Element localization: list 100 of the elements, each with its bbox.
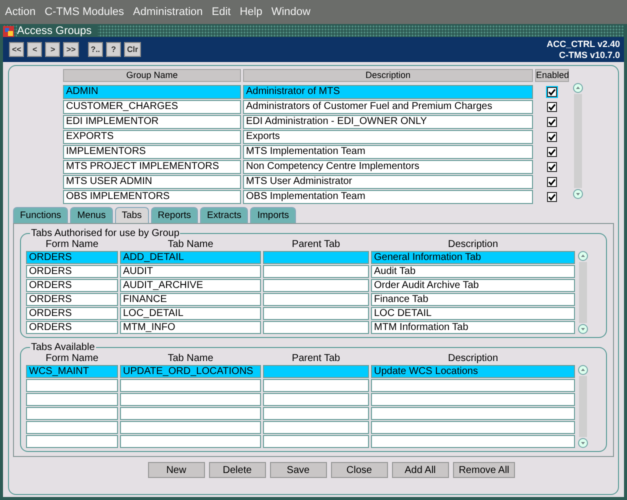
description-cell[interactable]: MTS User Administrator	[243, 175, 533, 189]
parent-tab-cell[interactable]	[263, 265, 369, 278]
description-cell[interactable]: Administrator of MTS	[243, 85, 533, 99]
group-name-cell[interactable]: EXPORTS	[63, 130, 241, 144]
description-cell[interactable]: Exports	[243, 130, 533, 144]
description-cell[interactable]: MTS Implementation Team	[243, 145, 533, 159]
action-button[interactable]: Save	[270, 462, 327, 478]
enabled-checkbox[interactable]	[546, 191, 558, 203]
scroll-down-icon[interactable]	[578, 438, 588, 448]
form-name-cell[interactable]: WCS_MAINT	[26, 365, 118, 378]
parent-tab-cell[interactable]	[263, 279, 369, 292]
tab-name-cell[interactable]	[120, 407, 261, 420]
enabled-checkbox[interactable]	[546, 86, 558, 98]
scroll-down-icon[interactable]	[573, 189, 583, 199]
tab[interactable]: Menus	[70, 207, 113, 223]
enabled-checkbox[interactable]	[546, 161, 558, 173]
description-cell[interactable]: Update WCS Locations	[371, 365, 575, 378]
parent-tab-cell[interactable]	[263, 365, 369, 378]
form-name-cell[interactable]	[26, 407, 118, 420]
enabled-checkbox[interactable]	[546, 116, 558, 128]
tab[interactable]: Tabs	[114, 207, 149, 223]
description-cell[interactable]: Order Audit Archive Tab	[371, 279, 575, 292]
tab-name-cell[interactable]	[120, 379, 261, 392]
tab-name-cell[interactable]: MTM_INFO	[120, 321, 261, 334]
group-name-cell[interactable]: MTS PROJECT IMPLEMENTORS	[63, 160, 241, 174]
form-name-cell[interactable]: ORDERS	[26, 293, 118, 306]
tab-name-cell[interactable]	[120, 421, 261, 434]
description-cell[interactable]	[371, 435, 575, 448]
description-cell[interactable]	[371, 393, 575, 406]
menu-item[interactable]: Help	[240, 6, 262, 18]
tab-name-cell[interactable]	[120, 435, 261, 448]
menu-item[interactable]: Window	[271, 6, 310, 18]
tab[interactable]: Extracts	[200, 207, 248, 223]
form-name-cell[interactable]: ORDERS	[26, 265, 118, 278]
form-name-cell[interactable]	[26, 421, 118, 434]
tab-name-cell[interactable]: ADD_DETAIL	[120, 251, 261, 264]
description-cell[interactable]: LOC DETAIL	[371, 307, 575, 320]
menu-item[interactable]: Action	[5, 6, 36, 18]
parent-tab-cell[interactable]	[263, 421, 369, 434]
toolbar-button[interactable]: ?	[106, 42, 122, 57]
description-cell[interactable]: MTM Information Tab	[371, 321, 575, 334]
form-name-cell[interactable]: ORDERS	[26, 251, 118, 264]
form-name-cell[interactable]: ORDERS	[26, 279, 118, 292]
toolbar-button[interactable]: ?..	[88, 42, 104, 57]
description-cell[interactable]: General Information Tab	[371, 251, 575, 264]
menu-item[interactable]: Edit	[212, 6, 231, 18]
scroll-up-icon[interactable]	[578, 365, 588, 375]
form-name-cell[interactable]	[26, 379, 118, 392]
tab[interactable]: Reports	[150, 207, 198, 223]
description-cell[interactable]: EDI Administration - EDI_OWNER ONLY	[243, 115, 533, 129]
group-name-cell[interactable]: EDI IMPLEMENTOR	[63, 115, 241, 129]
tab-name-cell[interactable]	[120, 393, 261, 406]
action-button[interactable]: Close	[330, 462, 388, 478]
tab-name-cell[interactable]: FINANCE	[120, 293, 261, 306]
form-name-cell[interactable]	[26, 435, 118, 448]
toolbar-button[interactable]: <	[27, 42, 42, 57]
description-cell[interactable]: Non Competency Centre Implementors	[243, 160, 533, 174]
menu-item[interactable]: Administration	[133, 6, 203, 18]
description-cell[interactable]: Audit Tab	[371, 265, 575, 278]
toolbar-button[interactable]: >	[45, 42, 60, 57]
tab-name-cell[interactable]: UPDATE_ORD_LOCATIONS	[120, 365, 261, 378]
action-button[interactable]: Delete	[208, 462, 266, 478]
form-name-cell[interactable]: ORDERS	[26, 307, 118, 320]
parent-tab-cell[interactable]	[263, 321, 369, 334]
scroll-up-icon[interactable]	[573, 83, 583, 93]
description-cell[interactable]: Finance Tab	[371, 293, 575, 306]
toolbar-button[interactable]: <<	[9, 42, 24, 57]
scrollbar-thumb[interactable]	[579, 262, 587, 323]
action-button[interactable]: Add All	[392, 462, 449, 478]
description-cell[interactable]	[371, 421, 575, 434]
action-button[interactable]: Remove All	[452, 462, 516, 478]
description-cell[interactable]: Administrators of Customer Fuel and Premium Charges	[243, 100, 533, 114]
toolbar-button[interactable]: >>	[63, 42, 79, 57]
group-name-cell[interactable]: CUSTOMER_CHARGES	[63, 100, 241, 114]
scrollbar-thumb[interactable]	[574, 94, 582, 188]
description-cell[interactable]: OBS Implementation Team	[243, 190, 533, 204]
toolbar-button[interactable]: Clr	[124, 42, 142, 57]
tab[interactable]: Imports	[250, 207, 296, 223]
description-cell[interactable]	[371, 407, 575, 420]
form-name-cell[interactable]	[26, 393, 118, 406]
group-name-cell[interactable]: IMPLEMENTORS	[63, 145, 241, 159]
description-cell[interactable]	[371, 379, 575, 392]
form-name-cell[interactable]: ORDERS	[26, 321, 118, 334]
group-name-cell[interactable]: OBS IMPLEMENTORS	[63, 190, 241, 204]
parent-tab-cell[interactable]	[263, 293, 369, 306]
tab-name-cell[interactable]: LOC_DETAIL	[120, 307, 261, 320]
enabled-checkbox[interactable]	[546, 176, 558, 188]
tab[interactable]: Functions	[13, 207, 68, 223]
action-button[interactable]: New	[148, 462, 205, 478]
enabled-checkbox[interactable]	[546, 101, 558, 113]
tab-name-cell[interactable]: AUDIT	[120, 265, 261, 278]
enabled-checkbox[interactable]	[546, 131, 558, 143]
parent-tab-cell[interactable]	[263, 251, 369, 264]
parent-tab-cell[interactable]	[263, 393, 369, 406]
scrollbar-thumb[interactable]	[579, 376, 587, 437]
group-name-cell[interactable]: ADMIN	[63, 85, 241, 99]
scroll-up-icon[interactable]	[578, 251, 588, 261]
enabled-checkbox[interactable]	[546, 146, 558, 158]
scroll-down-icon[interactable]	[578, 324, 588, 334]
menu-item[interactable]: C-TMS Modules	[44, 6, 124, 18]
